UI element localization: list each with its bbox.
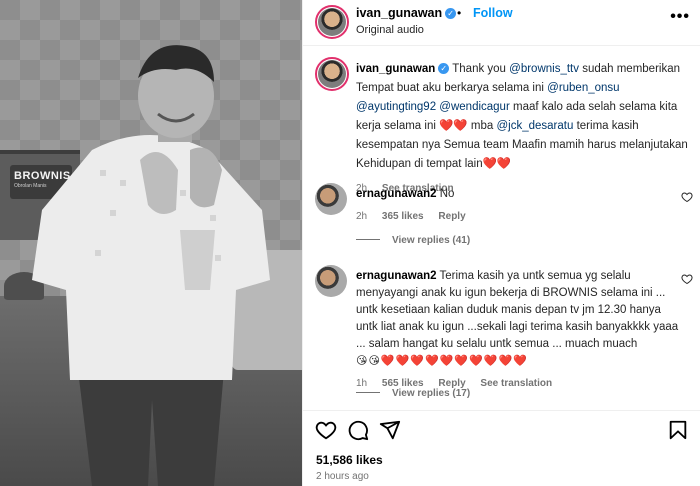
mention-ruben-onsu[interactable]: @ruben_onsu <box>547 82 619 94</box>
comment-emojis: 😘😘❤️❤️❤️❤️❤️❤️❤️❤️❤️❤️ <box>356 355 528 367</box>
comment-like-heart-icon[interactable] <box>681 191 693 203</box>
post-header: ivan_gunawan ✓ • Follow Original audio <box>303 0 700 46</box>
view-replies-label: View replies (41) <box>392 235 471 246</box>
author-avatar-image <box>318 8 346 36</box>
commenter-avatar[interactable] <box>315 183 347 215</box>
comment-text: Terima kasih ya untk semua yg selalu men… <box>356 270 679 350</box>
commenter-username[interactable]: ernagunawan2 <box>356 188 437 200</box>
comment-text-block: ernagunawan2 Terima kasih ya untk semua … <box>356 268 681 392</box>
separator-dot: • <box>457 6 462 20</box>
commenter-avatar-image <box>315 265 347 297</box>
comment-text: No <box>439 188 455 200</box>
mention-brownis-ttv[interactable]: @brownis_ttv <box>509 63 579 75</box>
mention-ayutingting92[interactable]: @ayutingting92 <box>356 101 436 113</box>
caption-text-1: Thank you <box>452 63 506 75</box>
mention-jck-desaratu[interactable]: @jck_desaratu <box>497 120 574 132</box>
comment-text-block: ernagunawan2 No 2h 365 likes Reply <box>356 186 681 225</box>
commenter-username[interactable]: ernagunawan2 <box>356 270 437 282</box>
more-options-icon[interactable]: ••• <box>670 8 690 26</box>
comment-likes[interactable]: 365 likes <box>382 211 424 222</box>
author-avatar[interactable] <box>315 5 349 39</box>
see-translation-button[interactable]: See translation <box>480 378 552 389</box>
post-details-panel: ivan_gunawan ✓ • Follow Original audio iv… <box>302 0 700 486</box>
view-replies-button[interactable]: View replies (17) <box>356 388 470 399</box>
caption-author-avatar[interactable] <box>315 57 349 91</box>
original-audio-link[interactable]: Original audio <box>356 24 424 36</box>
comment-time: 2h <box>356 211 368 222</box>
view-replies-label: View replies (17) <box>392 388 471 399</box>
replies-divider-line <box>356 392 380 393</box>
mention-wendicagur[interactable]: @wendicagur <box>439 101 510 113</box>
share-send-icon[interactable] <box>379 419 401 441</box>
host-person-figure <box>32 45 270 486</box>
caption-author-avatar-image <box>318 60 346 88</box>
comment-like-heart-icon[interactable] <box>681 273 693 285</box>
caption-verified-badge-icon: ✓ <box>438 63 450 74</box>
reply-button[interactable]: Reply <box>438 211 465 222</box>
comment-meta: 2h 365 likes Reply <box>356 208 681 225</box>
author-username-row: ivan_gunawan ✓ <box>356 6 457 20</box>
caption-text-block: ivan_gunawan ✓ Thank you @brownis_ttv sud… <box>356 60 691 198</box>
view-replies-button[interactable]: View replies (41) <box>356 235 470 246</box>
comment-bubble-icon[interactable] <box>347 419 369 441</box>
commenter-avatar-image <box>315 183 347 215</box>
author-username[interactable]: ivan_gunawan <box>356 6 442 20</box>
follow-button[interactable]: Follow <box>473 6 513 20</box>
post-media-video[interactable]: BROWNIS Obrolan Manis <box>0 0 302 486</box>
post-timestamp[interactable]: 2 hours ago <box>316 471 369 482</box>
save-bookmark-icon[interactable] <box>667 419 689 441</box>
commenter-avatar[interactable] <box>315 265 347 297</box>
caption-username[interactable]: ivan_gunawan <box>356 63 435 75</box>
like-heart-icon[interactable] <box>315 419 337 441</box>
verified-badge-icon: ✓ <box>445 8 457 19</box>
post-action-bar: 51,586 likes 2 hours ago <box>303 410 700 486</box>
post-likes-count[interactable]: 51,586 likes <box>316 453 383 467</box>
replies-divider-line <box>356 239 380 240</box>
